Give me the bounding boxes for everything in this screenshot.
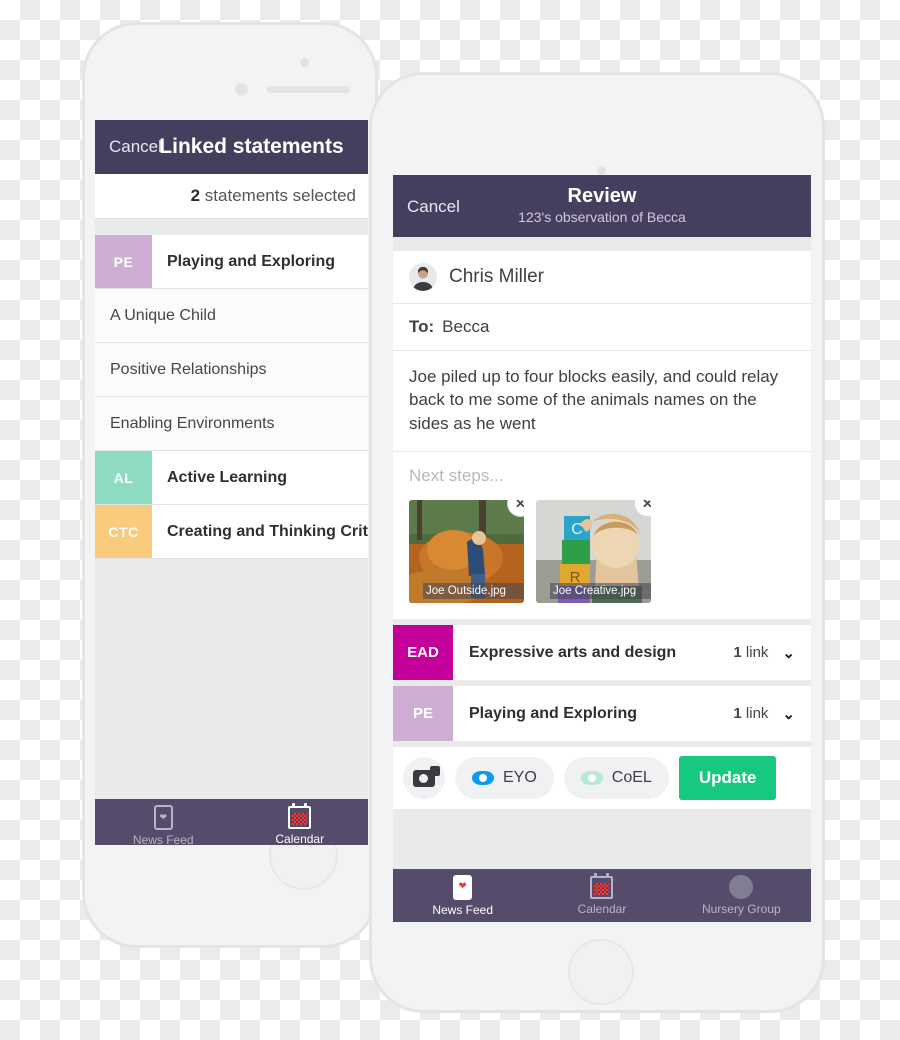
tab-label: Nursery Group	[701, 902, 781, 916]
earpiece-speaker	[267, 86, 350, 93]
statement-group-label: Enabling Environments	[110, 414, 275, 432]
photo-attachments: Joe Outside.jpg ✕ C R Joe Creative.jpg ✕	[393, 500, 811, 619]
action-toolbar: EYO CoEL Update	[393, 747, 811, 810]
next-steps-input[interactable]: Next steps...	[393, 452, 811, 500]
eyo-button[interactable]: EYO	[455, 757, 554, 800]
screen-review-observation: Cancel Review 123's observation of Becca	[393, 175, 811, 922]
tab-calendar[interactable]: Calendar	[532, 869, 671, 922]
statement-group-row[interactable]: A Unique Child	[95, 289, 368, 343]
tab-label: Calendar	[577, 901, 627, 916]
tab-label: News Feed	[132, 832, 194, 846]
list-spacer	[95, 219, 368, 235]
linked-statement-row[interactable]: PE Playing and Exploring 1 link ⌄	[393, 686, 811, 742]
statement-group-row[interactable]: Positive Relationships	[95, 343, 368, 397]
tab-news-feed[interactable]: ❤ News Feed	[393, 869, 532, 922]
nursery-group-icon	[729, 875, 754, 899]
linked-statement-row[interactable]: EAD Expressive arts and design 1 link ⌄	[393, 625, 811, 681]
statement-group-code: PE	[393, 686, 453, 742]
review-body: Chris Miller To: Becca Joe piled up to fo…	[393, 237, 811, 922]
coel-label: CoEL	[611, 769, 652, 787]
phone-device-right: Cancel Review 123's observation of Becca	[372, 75, 822, 1010]
link-count: 1 link ⌄	[733, 644, 795, 662]
tab-news-feed[interactable]: ❤ News Feed	[95, 799, 232, 845]
statement-group-label: Expressive arts and design	[469, 643, 677, 661]
eye-icon	[472, 771, 494, 786]
front-camera-icon	[300, 58, 309, 67]
statement-group-row[interactable]: AL Active Learning	[95, 451, 368, 505]
observation-card: Chris Miller To: Becca Joe piled up to fo…	[393, 251, 811, 620]
recipient-row[interactable]: To: Becca	[393, 304, 811, 351]
statement-group-row[interactable]: CTC Creating and Thinking Critically	[95, 505, 368, 559]
add-photo-button[interactable]	[403, 757, 445, 800]
news-feed-icon: ❤	[453, 874, 473, 900]
phone-device-left: Cancel Linked statements 2 statements se…	[85, 25, 375, 945]
statement-group-code: CTC	[95, 505, 152, 558]
photo-attachment[interactable]: C R Joe Creative.jpg ✕	[536, 500, 651, 604]
recipient-value: Becca	[442, 317, 490, 336]
screen-linked-statements: Cancel Linked statements 2 statements se…	[95, 120, 368, 845]
calendar-icon	[288, 802, 312, 829]
cancel-button[interactable]: Cancel	[109, 120, 162, 174]
author-row: Chris Miller	[393, 251, 811, 304]
update-button[interactable]: Update	[678, 756, 777, 801]
tab-label: News Feed	[432, 902, 494, 917]
photo-caption: Joe Outside.jpg	[423, 583, 524, 600]
navbar-linked-statements: Cancel Linked statements	[95, 120, 368, 174]
statement-group-label: Active Learning	[167, 468, 288, 486]
cancel-button[interactable]: Cancel	[407, 197, 460, 217]
linked-statement-rows: EAD Expressive arts and design 1 link ⌄ PE Pl…	[393, 625, 811, 742]
statement-group-list: PE Playing and Exploring A Unique Child Pos…	[95, 235, 368, 559]
eye-icon	[580, 771, 603, 786]
statement-group-label: Positive Relationships	[110, 360, 267, 378]
tabbar-left: ❤ News Feed Calendar	[95, 799, 368, 845]
statement-group-label: Creating and Thinking Critically	[167, 522, 368, 540]
statement-group-row[interactable]: Enabling Environments	[95, 397, 368, 451]
home-button[interactable]	[570, 941, 632, 1003]
chevron-down-icon[interactable]: ⌄	[782, 644, 795, 662]
selection-count: 2	[190, 186, 201, 205]
selection-count-bar: 2 statements selected	[95, 174, 368, 219]
statement-group-row[interactable]: PE Playing and Exploring	[95, 235, 368, 289]
statement-group-code: PE	[95, 235, 152, 288]
navbar-review: Cancel Review 123's observation of Becca	[393, 175, 811, 237]
empty-area	[95, 559, 368, 799]
statement-group-label: A Unique Child	[110, 306, 216, 324]
front-camera-icon	[597, 166, 606, 175]
statement-group-code: AL	[95, 451, 152, 504]
observation-text[interactable]: Joe piled up to four blocks easily, and …	[393, 351, 811, 453]
link-count: 1 link ⌄	[733, 705, 795, 723]
tab-label: Calendar	[275, 831, 325, 846]
tabbar-right: ❤ News Feed Calendar Nursery Group	[393, 869, 811, 922]
author-name: Chris Miller	[449, 266, 544, 287]
eyo-label: EYO	[503, 769, 537, 787]
coel-button[interactable]: CoEL	[563, 757, 669, 800]
proximity-sensor-icon	[235, 83, 248, 96]
selection-count-text: statements selected	[200, 186, 356, 205]
recipient-label: To:	[409, 317, 435, 336]
tab-nursery-group[interactable]: Nursery Group	[672, 869, 811, 922]
photo-attachment[interactable]: Joe Outside.jpg ✕	[409, 500, 524, 604]
tab-calendar[interactable]: Calendar	[232, 799, 369, 845]
chevron-down-icon[interactable]: ⌄	[782, 705, 795, 723]
calendar-icon	[590, 872, 614, 899]
camera-icon	[413, 765, 440, 787]
avatar	[409, 263, 437, 291]
statement-group-label: Playing and Exploring	[469, 704, 638, 722]
news-feed-icon: ❤	[153, 804, 173, 830]
statement-group-label: Playing and Exploring	[167, 252, 336, 270]
statement-group-code: EAD	[393, 625, 453, 681]
photo-caption: Joe Creative.jpg	[550, 583, 651, 600]
